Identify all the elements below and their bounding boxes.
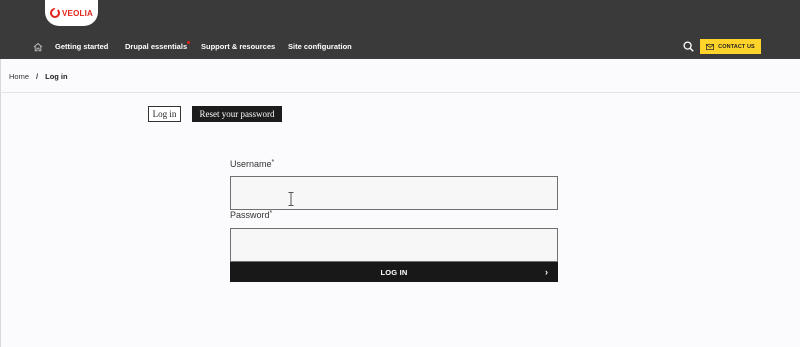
breadcrumb-home[interactable]: Home [9,72,29,81]
log-in-button-label: LOG IN [380,267,408,277]
tab-log-in[interactable]: Log in [148,106,181,122]
log-in-button[interactable]: LOG IN › [230,262,558,282]
username-label-text: Username [230,159,272,169]
nav-support-resources[interactable]: Support & resources [201,42,275,51]
nav-site-configuration[interactable]: Site configuration [288,42,352,51]
password-label-text: Password [230,210,270,220]
search-icon[interactable] [683,41,694,52]
username-input[interactable] [230,176,558,210]
site-header: VEOLIA Getting started Drupal essentials… [0,0,800,59]
logo-text: VEOLIA [62,8,93,18]
tab-reset-password[interactable]: Reset your password [192,106,282,122]
home-icon[interactable] [33,42,43,52]
password-input[interactable] [230,228,558,262]
breadcrumb-separator: / [36,72,39,81]
required-mark: * [269,210,273,217]
left-border [0,59,1,347]
mail-icon [706,43,715,50]
breadcrumb-current: Log in [45,72,68,81]
nav-getting-started[interactable]: Getting started [55,42,108,51]
username-label: Username* [230,159,274,169]
text-cursor-icon [288,192,294,206]
contact-us-button[interactable]: CONTACT US [700,39,761,54]
password-label: Password* [230,210,272,220]
veolia-logo-mark [50,8,60,18]
breadcrumb-divider [0,92,800,93]
contact-us-label: CONTACT US [718,43,755,50]
notification-dot [187,41,190,44]
nav-drupal-essentials[interactable]: Drupal essentials [125,42,187,51]
breadcrumb: Home / Log in [9,72,68,81]
chevron-right-icon: › [545,267,548,277]
required-mark: * [271,159,275,166]
veolia-logo[interactable]: VEOLIA [45,0,98,26]
